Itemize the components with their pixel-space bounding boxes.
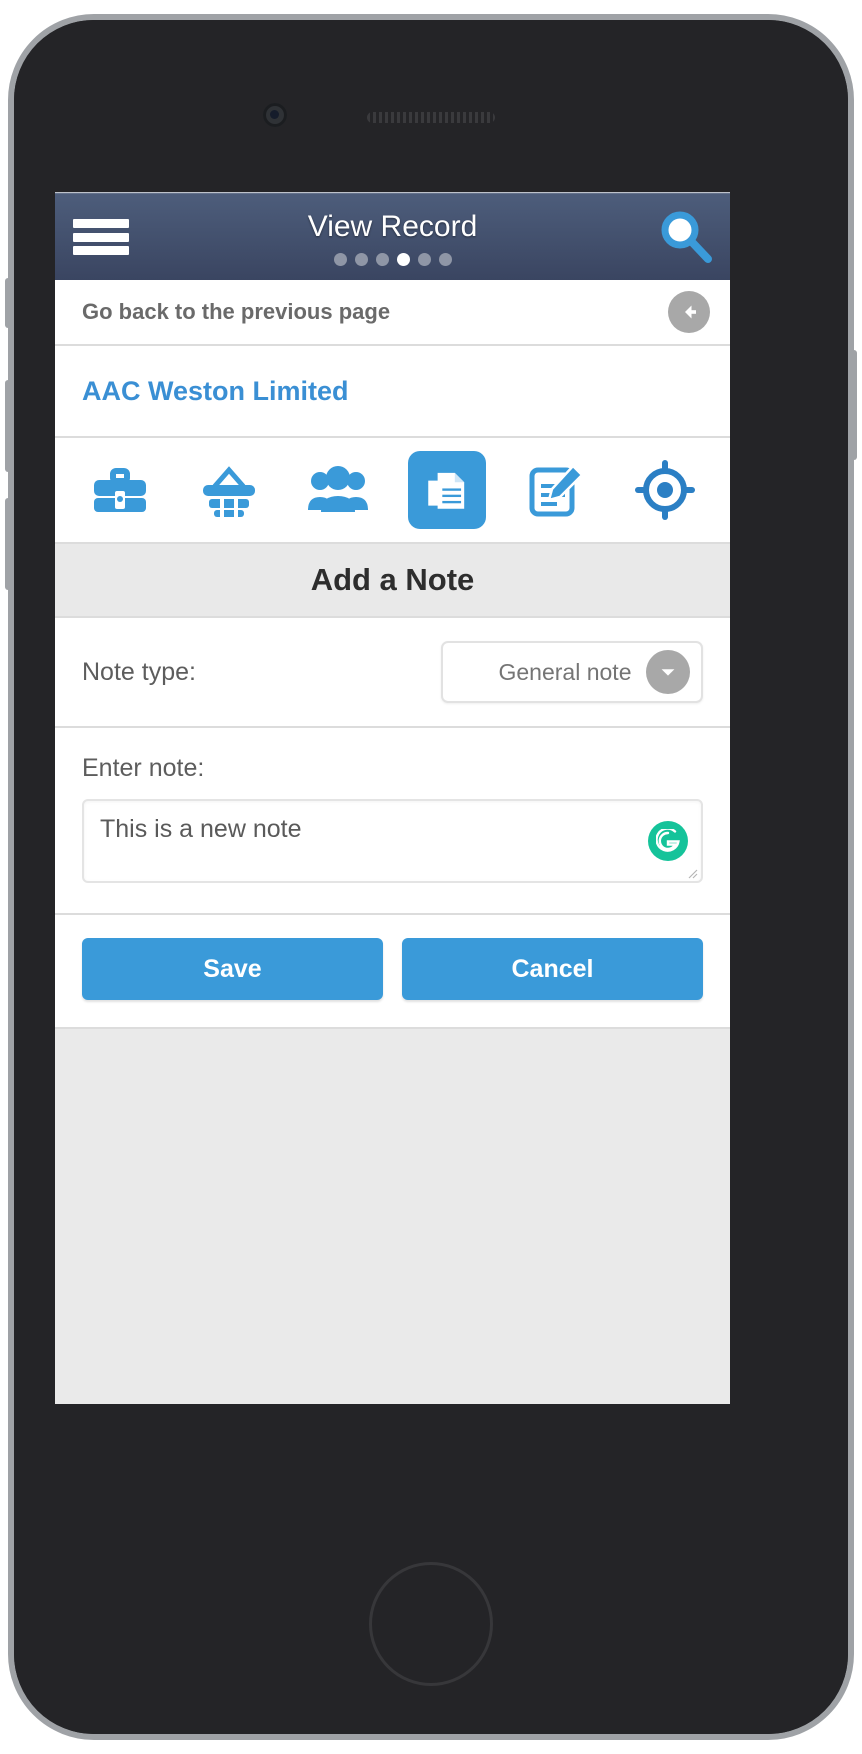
textarea-resize-handle[interactable] bbox=[686, 867, 698, 879]
phone-bezel: View Record Go back to the previous page… bbox=[5, 20, 857, 1734]
note-entry-block: Enter note: bbox=[55, 728, 730, 915]
page-dot-5[interactable] bbox=[417, 253, 431, 266]
enter-note-label: Enter note: bbox=[82, 754, 205, 782]
back-bar[interactable]: Go back to the previous page bbox=[55, 280, 730, 346]
note-textarea-wrapper bbox=[82, 799, 703, 883]
note-textarea[interactable] bbox=[84, 801, 701, 881]
record-title-row: AAC Weston Limited bbox=[55, 346, 730, 438]
target-icon[interactable] bbox=[626, 451, 704, 529]
note-type-row: Note type: General note bbox=[55, 618, 730, 728]
arrow-left-icon[interactable] bbox=[668, 291, 710, 333]
briefcase-icon[interactable] bbox=[81, 451, 159, 529]
app-header: View Record bbox=[55, 192, 730, 280]
power-button[interactable] bbox=[850, 350, 857, 460]
cancel-button[interactable]: Cancel bbox=[402, 938, 703, 1000]
documents-icon[interactable] bbox=[408, 451, 487, 529]
section-heading-text: Add a Note bbox=[310, 562, 475, 597]
search-icon[interactable] bbox=[654, 206, 716, 268]
page-dot-6[interactable] bbox=[438, 253, 452, 266]
note-type-select[interactable]: General note bbox=[441, 641, 703, 703]
page-dot-2[interactable] bbox=[354, 253, 368, 266]
record-name[interactable]: AAC Weston Limited bbox=[82, 376, 349, 407]
record-tab-bar bbox=[55, 438, 730, 544]
note-edit-icon[interactable] bbox=[517, 451, 595, 529]
page-dot-3[interactable] bbox=[375, 253, 389, 266]
page-title: View Record bbox=[307, 210, 478, 243]
front-camera bbox=[263, 103, 287, 127]
phone-screen: View Record Go back to the previous page… bbox=[55, 192, 730, 1404]
section-heading: Add a Note bbox=[55, 544, 730, 618]
page-dot-4[interactable] bbox=[396, 253, 410, 266]
silent-switch[interactable] bbox=[5, 278, 12, 328]
form-action-row: Save Cancel bbox=[55, 915, 730, 1029]
back-bar-label: Go back to the previous page bbox=[82, 299, 391, 324]
empty-content-area bbox=[55, 1029, 730, 1359]
page-indicator-dots bbox=[55, 253, 730, 266]
earpiece-speaker bbox=[367, 112, 495, 123]
chevron-down-icon[interactable] bbox=[646, 650, 690, 694]
note-type-label: Note type: bbox=[82, 657, 196, 686]
volume-down-button[interactable] bbox=[5, 498, 12, 590]
basket-icon[interactable] bbox=[190, 451, 268, 529]
grammarly-icon[interactable] bbox=[648, 821, 688, 861]
save-button[interactable]: Save bbox=[82, 938, 383, 1000]
phone-frame: View Record Go back to the previous page… bbox=[5, 14, 857, 1740]
people-icon[interactable] bbox=[299, 451, 377, 529]
volume-up-button[interactable] bbox=[5, 380, 12, 472]
page-dot-1[interactable] bbox=[333, 253, 347, 266]
home-button[interactable] bbox=[369, 1562, 493, 1686]
